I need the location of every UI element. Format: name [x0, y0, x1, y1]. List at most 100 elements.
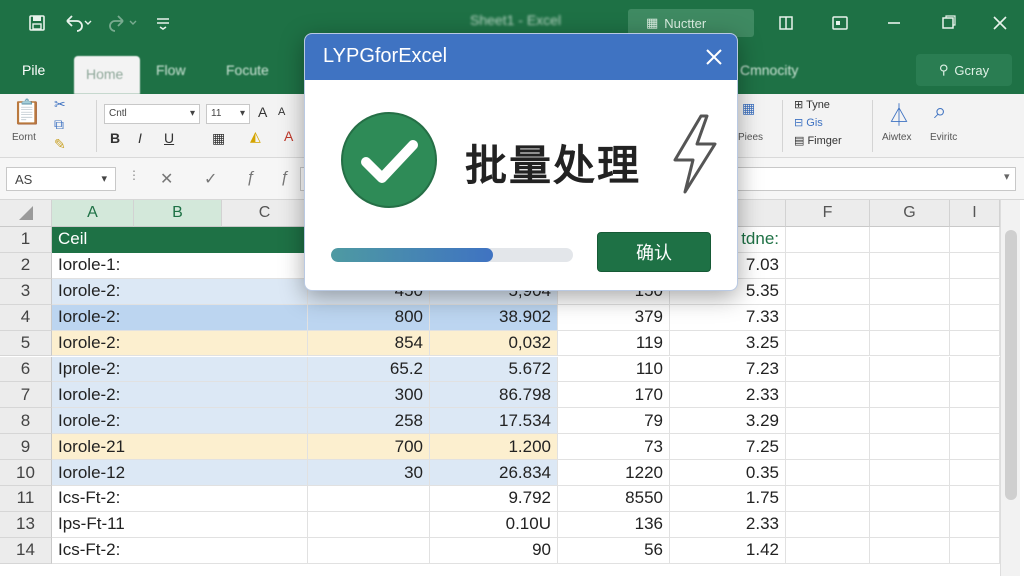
paste-icon[interactable]: 📋 — [12, 98, 42, 127]
table-cell[interactable] — [786, 408, 870, 435]
table-cell[interactable] — [786, 227, 870, 253]
table-cell[interactable]: 26.834 — [430, 460, 558, 486]
table-cell[interactable]: 136 — [558, 511, 670, 538]
table-cell[interactable] — [950, 252, 1000, 279]
copy-icon[interactable]: ⧉ — [54, 116, 64, 133]
table-cell[interactable] — [870, 356, 950, 383]
table-cell[interactable] — [786, 252, 870, 279]
minimize-icon[interactable] — [878, 8, 910, 38]
table-cell[interactable] — [950, 227, 1000, 253]
row-header[interactable]: 14 — [0, 537, 52, 564]
confirm-button[interactable]: 确认 — [597, 232, 711, 272]
table-cell[interactable]: 300 — [308, 382, 430, 409]
table-cell[interactable]: Ips-Ft-11 — [52, 511, 308, 538]
row-header[interactable]: 8 — [0, 408, 52, 435]
row-header[interactable]: 7 — [0, 382, 52, 409]
present-icon[interactable] — [824, 8, 856, 38]
table-cell[interactable] — [870, 304, 950, 331]
table-cell[interactable]: 73 — [558, 434, 670, 461]
table-cell[interactable] — [308, 511, 430, 538]
borders-icon[interactable]: ▦ — [212, 130, 225, 147]
table-cell[interactable]: 110 — [558, 356, 670, 383]
table-cell[interactable]: 38.902 — [430, 304, 558, 331]
table-cell[interactable]: Iorole-2: — [52, 408, 308, 435]
table-cell[interactable]: Iorole-2: — [52, 330, 308, 357]
redo-icon[interactable] — [104, 8, 144, 38]
table-cell[interactable] — [786, 537, 870, 564]
table-cell[interactable]: 8550 — [558, 486, 670, 512]
table-cell[interactable]: 3.25 — [670, 330, 786, 357]
table-cell[interactable] — [786, 460, 870, 486]
vertical-scrollbar[interactable] — [1000, 200, 1020, 576]
table-cell[interactable]: Iorole-2: — [52, 304, 308, 331]
table-cell[interactable] — [950, 356, 1000, 383]
table-cell[interactable]: 800 — [308, 304, 430, 331]
row-header[interactable]: 5 — [0, 330, 52, 357]
table-cell[interactable]: 9.792 — [430, 486, 558, 512]
font-color-icon[interactable]: A — [284, 128, 293, 144]
table-cell[interactable] — [308, 537, 430, 564]
table-cell[interactable] — [870, 537, 950, 564]
table-cell[interactable]: 7.23 — [670, 356, 786, 383]
column-header-c[interactable]: C — [222, 200, 308, 227]
tab-file[interactable]: Pile — [22, 62, 45, 78]
column-header-b[interactable]: B — [134, 200, 222, 227]
table-cell[interactable]: 1.200 — [430, 434, 558, 461]
table-cell[interactable]: Iorole-1: — [52, 252, 308, 279]
table-cell[interactable]: 90 — [430, 537, 558, 564]
table-cell[interactable]: 854 — [308, 330, 430, 357]
row-header[interactable]: 6 — [0, 356, 52, 383]
table-cell[interactable]: 0.10U — [430, 511, 558, 538]
table-cell[interactable]: 700 — [308, 434, 430, 461]
row-header[interactable]: 13 — [0, 511, 52, 538]
table-cell[interactable]: Ics-Ft-2: — [52, 486, 308, 512]
font-size-select[interactable]: 11 ▾ — [206, 104, 250, 124]
row-header[interactable]: 9 — [0, 434, 52, 461]
column-header-g[interactable]: G — [870, 200, 950, 227]
customize-icon[interactable] — [150, 8, 176, 38]
table-cell[interactable]: 1.42 — [670, 537, 786, 564]
row-header[interactable]: 2 — [0, 252, 52, 279]
cut-icon[interactable]: ✂ — [54, 96, 66, 113]
ribbon-display-icon[interactable] — [770, 8, 802, 38]
tab-home[interactable]: Home — [74, 56, 140, 94]
find-icon[interactable]: ⌕ — [934, 98, 946, 124]
table-cell[interactable] — [870, 486, 950, 512]
expand-formula-icon[interactable]: ▾ — [1004, 170, 1010, 183]
table-cell[interactable] — [786, 278, 870, 305]
table-cell[interactable]: 86.798 — [430, 382, 558, 409]
undo-icon[interactable] — [58, 8, 98, 38]
enter-formula-icon[interactable]: ✓ — [204, 169, 217, 189]
italic-button[interactable]: I — [138, 130, 142, 146]
table-cell[interactable] — [786, 511, 870, 538]
table-cell[interactable]: Iorole-2: — [52, 278, 308, 305]
save-icon[interactable] — [24, 8, 50, 38]
table-cell[interactable] — [786, 330, 870, 357]
share-button[interactable]: ⚲ Gcray — [916, 54, 1012, 86]
table-cell[interactable]: 2.33 — [670, 382, 786, 409]
table-cell[interactable] — [870, 382, 950, 409]
format-cells-button[interactable]: ▤ Fimger — [794, 134, 842, 147]
select-all-corner[interactable] — [0, 200, 52, 227]
table-cell[interactable] — [870, 408, 950, 435]
table-cell[interactable] — [308, 486, 430, 512]
table-cell[interactable]: Ics-Ft-2: — [52, 537, 308, 564]
close-icon[interactable] — [984, 8, 1016, 38]
row-header[interactable]: 4 — [0, 304, 52, 331]
table-cell[interactable] — [950, 460, 1000, 486]
table-cell[interactable]: 65.2 — [308, 356, 430, 383]
insert-function-icon[interactable]: ƒ — [280, 169, 289, 187]
table-cell[interactable]: 2.33 — [670, 511, 786, 538]
table-cell[interactable]: 5.672 — [430, 356, 558, 383]
table-cell[interactable] — [786, 382, 870, 409]
table-cell[interactable]: 119 — [558, 330, 670, 357]
grow-font-icon[interactable]: A — [258, 104, 267, 120]
table-cell[interactable] — [870, 460, 950, 486]
table-cell[interactable]: 258 — [308, 408, 430, 435]
table-cell[interactable] — [950, 486, 1000, 512]
table-cell[interactable]: 79 — [558, 408, 670, 435]
restore-icon[interactable] — [932, 8, 964, 38]
delete-cells-button[interactable]: ⊟ Gis — [794, 116, 823, 129]
table-cell[interactable] — [950, 434, 1000, 461]
underline-button[interactable]: U — [164, 130, 174, 146]
